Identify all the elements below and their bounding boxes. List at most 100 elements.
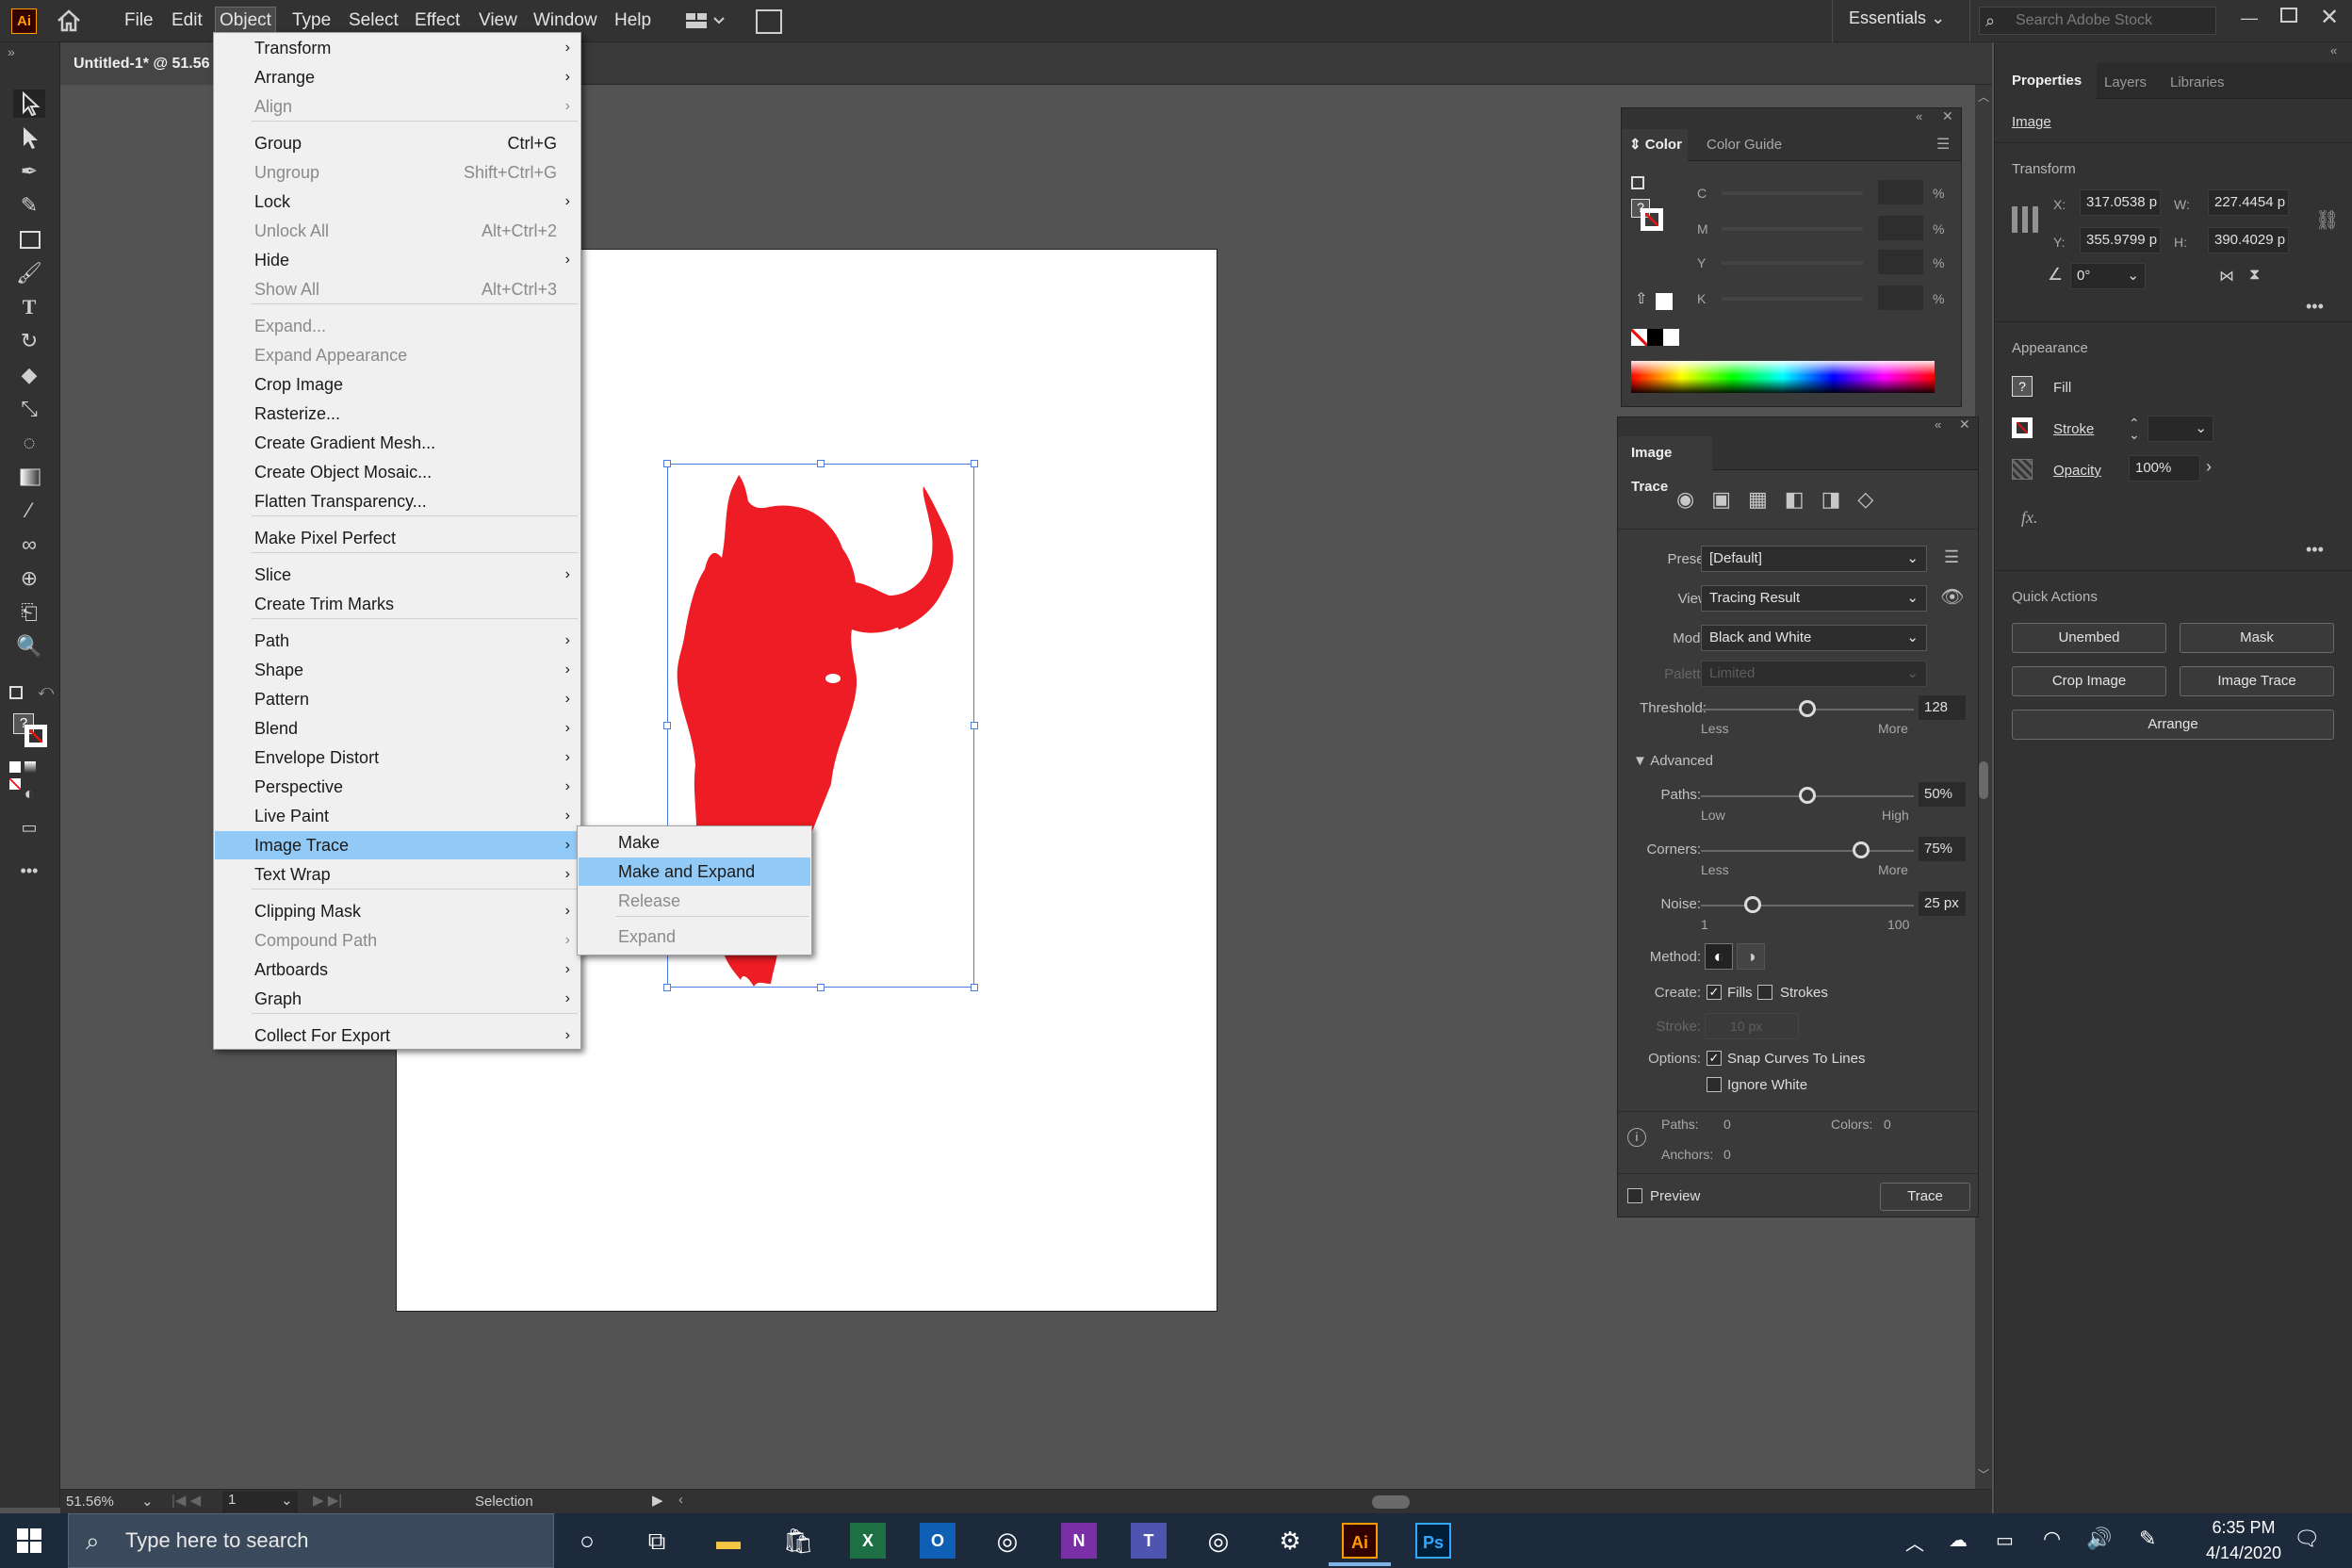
document-tab[interactable]: Untitled-1* @ 51.56 xyxy=(60,42,220,85)
direct-selection-tool-icon[interactable] xyxy=(13,123,45,152)
submenu-item-make[interactable]: Make xyxy=(579,828,810,857)
close-icon[interactable]: ✕ xyxy=(1942,108,1953,124)
k-slider[interactable] xyxy=(1722,297,1863,301)
snap-curves-checkbox[interactable]: ✓ xyxy=(1707,1051,1722,1066)
h-input[interactable]: 390.4029 p xyxy=(2208,227,2289,253)
object-menu-item-clipping-mask[interactable]: Clipping Mask › xyxy=(215,897,580,925)
chrome-profile-icon[interactable]: ◎ xyxy=(1200,1523,1236,1559)
handle-middle-left[interactable] xyxy=(663,722,671,729)
screen-mode-icon[interactable]: ▭ xyxy=(13,813,45,841)
close-icon[interactable]: ✕ xyxy=(1959,416,1970,433)
default-colors-icon[interactable] xyxy=(1631,176,1644,189)
tab-layers[interactable]: Layers xyxy=(2104,74,2147,90)
task-view-icon[interactable]: ⧉ xyxy=(639,1523,675,1559)
restore-icon[interactable] xyxy=(2280,8,2297,23)
object-menu-item-group[interactable]: Group Ctrl+G xyxy=(215,129,580,157)
submenu-item-make-and-expand[interactable]: Make and Expand xyxy=(579,858,810,886)
type-tool-icon[interactable]: T xyxy=(13,293,45,321)
quick-swatches[interactable] xyxy=(1631,329,1682,348)
blend-tool-icon[interactable]: ∞ xyxy=(13,531,45,559)
wifi-icon[interactable]: ◠ xyxy=(2043,1527,2061,1551)
object-menu-item-path[interactable]: Path › xyxy=(215,627,580,655)
paths-slider-knob[interactable] xyxy=(1799,787,1816,804)
settings-icon[interactable]: ⚙ xyxy=(1272,1523,1308,1559)
object-menu-item-graph[interactable]: Graph › xyxy=(215,985,580,1013)
y-value-input[interactable] xyxy=(1878,250,1923,274)
ignore-white-checkbox[interactable] xyxy=(1707,1077,1722,1092)
close-icon[interactable]: ✕ xyxy=(2320,4,2339,31)
out-of-gamut-icon[interactable]: ⇧ xyxy=(1635,289,1647,308)
handle-bottom-left[interactable] xyxy=(663,984,671,991)
last-color-swatch[interactable] xyxy=(1656,293,1673,310)
object-menu-item-lock[interactable]: Lock › xyxy=(215,188,580,216)
collapse-toolbar-icon[interactable]: » xyxy=(8,44,15,59)
method-overlapping-icon[interactable]: ◑ xyxy=(1737,943,1765,970)
object-menu-item-shape[interactable]: Shape › xyxy=(215,656,580,684)
battery-icon[interactable]: ▭ xyxy=(1996,1528,2014,1552)
object-menu-item-pattern[interactable]: Pattern › xyxy=(215,685,580,713)
color-icon[interactable] xyxy=(9,761,21,773)
w-input[interactable]: 227.4454 p xyxy=(2208,189,2289,216)
method-abutting-icon[interactable]: ◐ xyxy=(1705,943,1733,970)
object-menu-item-create-trim-marks[interactable]: Create Trim Marks xyxy=(215,590,580,618)
teams-icon[interactable]: T xyxy=(1131,1523,1167,1559)
illustrator-taskbar-icon[interactable]: Ai xyxy=(1342,1523,1378,1559)
handle-middle-right[interactable] xyxy=(971,722,978,729)
menu-view[interactable]: View xyxy=(475,7,521,35)
cloud-sync-icon[interactable]: ☁ xyxy=(1949,1528,1968,1552)
draw-mode-icon[interactable]: ◐ xyxy=(13,779,45,808)
handle-top-right[interactable] xyxy=(971,460,978,467)
grayscale-icon[interactable]: ◧ xyxy=(1785,487,1821,511)
artboard-number-select[interactable]: 1 ⌄ xyxy=(222,1492,298,1512)
rotate-tool-icon[interactable]: ↻ xyxy=(13,327,45,355)
scroll-down-icon[interactable]: ﹀ xyxy=(1978,1466,1989,1482)
threshold-input[interactable]: 128 xyxy=(1918,694,1967,721)
action-center-icon[interactable]: 🗨 xyxy=(2294,1527,2320,1551)
tab-color-guide[interactable]: Color Guide xyxy=(1707,129,1782,161)
object-menu-item-live-paint[interactable]: Live Paint › xyxy=(215,802,580,830)
selection-tool-icon[interactable] xyxy=(13,90,45,118)
object-menu-item-hide[interactable]: Hide › xyxy=(215,246,580,274)
collapse-panel-icon[interactable]: « xyxy=(2330,43,2337,57)
object-menu-item-arrange[interactable]: Arrange › xyxy=(215,63,580,91)
section-image-label[interactable]: Image xyxy=(2012,114,2051,130)
horizontal-scrollbar[interactable]: ‹ › xyxy=(675,1492,2022,1511)
curvature-tool-icon[interactable]: ✎ xyxy=(13,191,45,220)
object-menu-item-image-trace[interactable]: Image Trace › xyxy=(215,831,580,859)
scroll-up-icon[interactable]: ︿ xyxy=(1978,89,1989,105)
object-menu-item-collect-for-export[interactable]: Collect For Export › xyxy=(215,1021,580,1050)
m-value-input[interactable] xyxy=(1878,216,1923,240)
eyedropper-tool-icon[interactable]: ⁄ xyxy=(13,497,45,525)
eraser-tool-icon[interactable]: ◆ xyxy=(13,361,45,389)
object-menu-item-artboards[interactable]: Artboards › xyxy=(215,956,580,984)
gradient-tool-icon[interactable] xyxy=(13,463,45,491)
menu-file[interactable]: File xyxy=(121,7,157,35)
stroke-swatch-icon[interactable] xyxy=(24,725,47,747)
menu-edit[interactable]: Edit xyxy=(168,7,206,35)
menu-window[interactable]: Window xyxy=(530,7,601,35)
taskbar-search-box[interactable]: ⌕ Type here to search xyxy=(68,1513,554,1568)
panel-menu-icon[interactable]: ☰ xyxy=(1936,135,1950,154)
chrome-icon[interactable]: ◎ xyxy=(989,1523,1025,1559)
object-menu-item-blend[interactable]: Blend › xyxy=(215,714,580,743)
arrange-documents-icon[interactable] xyxy=(684,9,727,32)
m-slider[interactable] xyxy=(1722,227,1863,231)
stroke-label[interactable]: Stroke xyxy=(2053,421,2094,437)
y-slider[interactable] xyxy=(1722,261,1863,265)
view-select[interactable]: Tracing Result ⌄ xyxy=(1701,585,1927,612)
unembed-button[interactable]: Unembed xyxy=(2012,623,2166,653)
stroke-swatch-icon[interactable] xyxy=(2012,417,2033,438)
edit-toolbar-icon[interactable]: ••• xyxy=(13,857,45,885)
eye-icon[interactable]: 👁 xyxy=(1940,585,1964,609)
handle-top-middle[interactable] xyxy=(817,460,825,467)
mask-button[interactable]: Mask xyxy=(2180,623,2334,653)
handle-bottom-right[interactable] xyxy=(971,984,978,991)
stock-search-input[interactable]: ⌕ Search Adobe Stock xyxy=(1979,7,2216,35)
corners-slider-knob[interactable] xyxy=(1852,841,1870,858)
illustrator-logo-icon[interactable]: Ai xyxy=(11,8,37,34)
zoom-tool-icon[interactable]: 🔍 xyxy=(13,632,45,661)
c-slider[interactable] xyxy=(1722,191,1863,195)
workspace-switcher[interactable]: Essentials ⌄ xyxy=(1849,8,1945,33)
fills-checkbox[interactable]: ✓ xyxy=(1707,985,1722,1000)
status-menu-icon[interactable]: ▶ xyxy=(652,1492,663,1509)
